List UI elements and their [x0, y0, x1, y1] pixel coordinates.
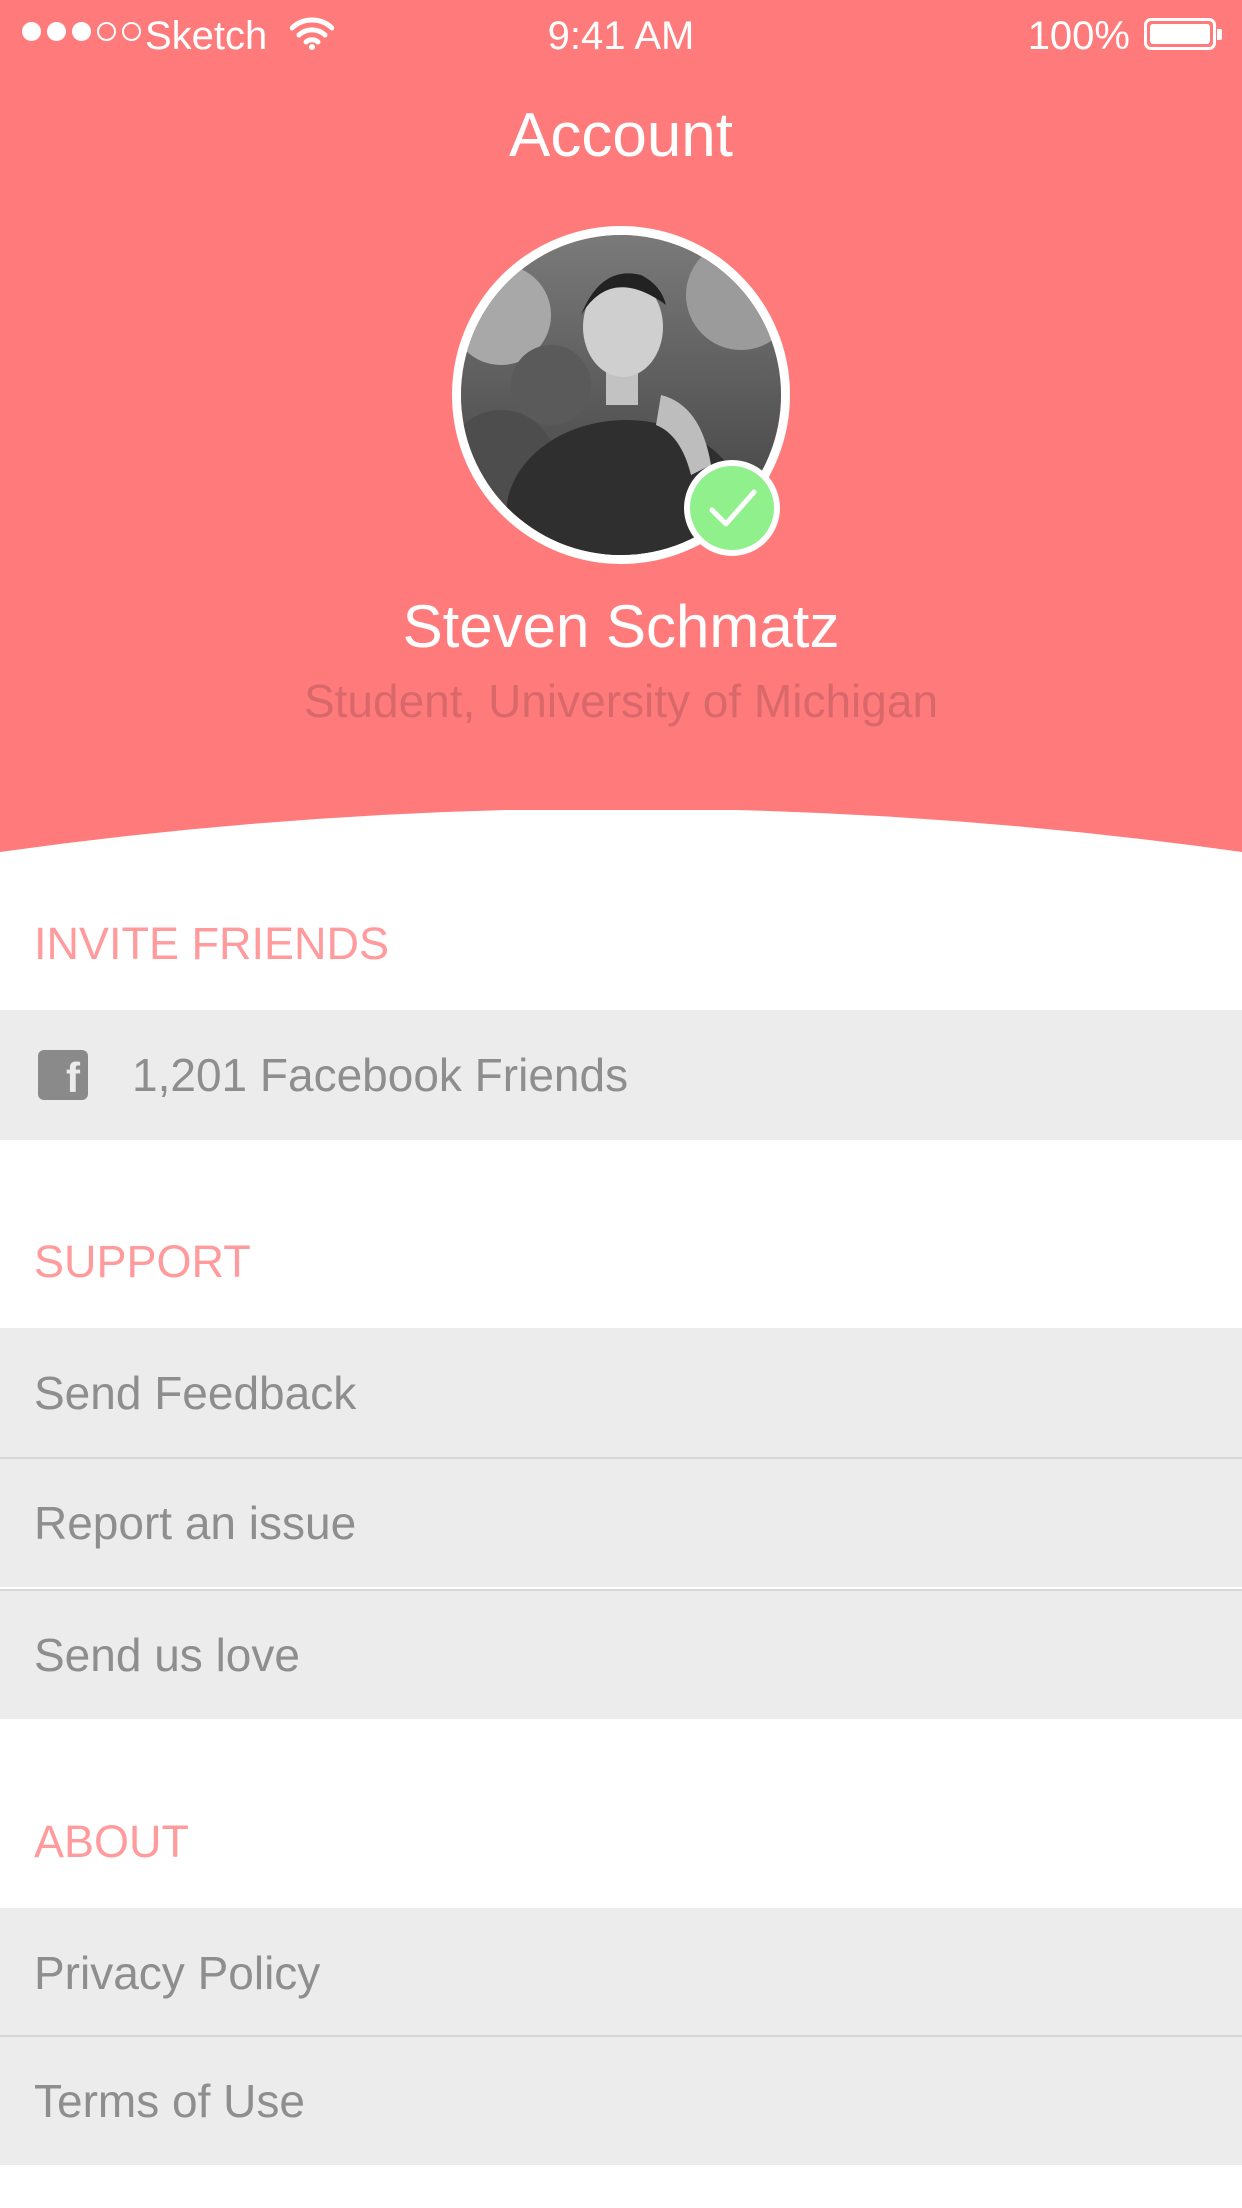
verified-badge [684, 460, 780, 556]
list-item-facebook-friends[interactable]: f 1,201 Facebook Friends [0, 1010, 1242, 1140]
checkmark-icon [709, 489, 757, 527]
list-item-label: Terms of Use [34, 2075, 305, 2127]
battery-percentage: 100% [1027, 14, 1130, 58]
list-item-label: Send us love [34, 1629, 300, 1681]
profile-header: Sketch 9:41 AM 100% Account Steven Schma… [0, 0, 1242, 852]
list-item-send-love[interactable]: Send us love [0, 1589, 1242, 1719]
section-title-support: SUPPORT [34, 1236, 251, 1287]
header-curve [0, 810, 1242, 870]
list-item-send-feedback[interactable]: Send Feedback [0, 1328, 1242, 1458]
list-item-report-issue[interactable]: Report an issue [0, 1457, 1242, 1587]
section-title-invite: INVITE FRIENDS [34, 918, 390, 969]
profile-name: Steven Schmatz [402, 593, 840, 660]
status-bar: Sketch 9:41 AM 100% [0, 0, 1242, 72]
list-item-label: 1,201 Facebook Friends [132, 1049, 629, 1101]
list-item-label: Privacy Policy [34, 1947, 321, 1999]
page-title: Account [508, 101, 734, 170]
list-item-label: Send Feedback [34, 1367, 357, 1419]
list-item-terms-of-use[interactable]: Terms of Use [0, 2035, 1242, 2165]
list-item-label: Report an issue [34, 1497, 357, 1549]
section-title-about: ABOUT [34, 1816, 190, 1867]
battery-icon [1144, 18, 1222, 50]
profile-subtitle: Student, University of Michigan [303, 675, 939, 727]
list-item-privacy-policy[interactable]: Privacy Policy [0, 1908, 1242, 2038]
facebook-icon: f [38, 1050, 88, 1101]
